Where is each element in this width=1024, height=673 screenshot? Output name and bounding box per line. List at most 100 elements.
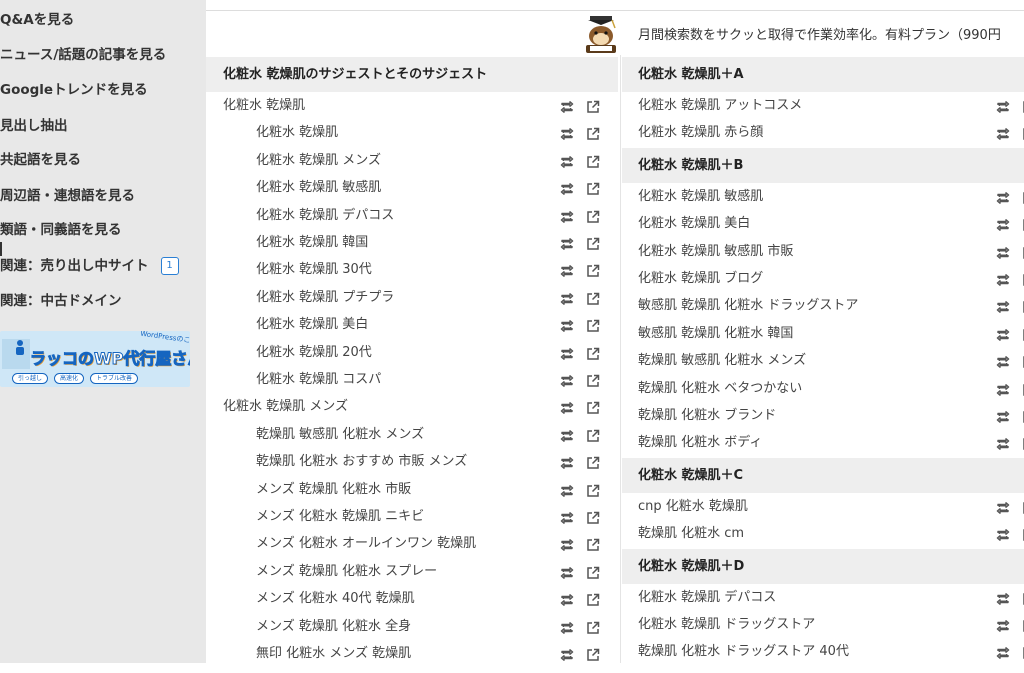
suggest-keyword[interactable]: 化粧水 乾燥肌 アットコスメ bbox=[638, 92, 802, 119]
retweet-icon[interactable] bbox=[995, 298, 1011, 314]
suggest-keyword[interactable]: 化粧水 乾燥肌 敏感肌 bbox=[638, 183, 763, 210]
retweet-icon[interactable] bbox=[559, 208, 575, 224]
retweet-icon[interactable] bbox=[995, 271, 1011, 287]
retweet-icon[interactable] bbox=[559, 345, 575, 361]
external-link-icon[interactable] bbox=[585, 454, 601, 470]
retweet-icon[interactable] bbox=[995, 526, 1011, 542]
suggest-keyword[interactable]: メンズ 乾燥肌 化粧水 市販 bbox=[256, 476, 411, 503]
retweet-icon[interactable] bbox=[995, 617, 1011, 633]
external-link-icon[interactable] bbox=[585, 619, 601, 635]
suggest-keyword[interactable]: 乾燥肌 敏感肌 化粧水 メンズ bbox=[256, 421, 424, 448]
suggest-keyword[interactable]: メンズ 化粧水 40代 乾燥肌 bbox=[256, 585, 415, 612]
external-link-icon[interactable] bbox=[585, 536, 601, 552]
retweet-icon[interactable] bbox=[995, 125, 1011, 141]
retweet-icon[interactable] bbox=[559, 180, 575, 196]
suggest-keyword[interactable]: cnp 化粧水 乾燥肌 bbox=[638, 493, 748, 520]
wp-service-banner[interactable]: ラッコのWP代行屋さん WordPressのことなら！ 引っ越し 高速化 トラブ… bbox=[0, 331, 190, 387]
sidebar-item-synonyms[interactable]: 類語・同義語を見る bbox=[0, 221, 122, 239]
suggest-keyword[interactable]: 化粧水 乾燥肌 敏感肌 bbox=[256, 174, 381, 201]
external-link-icon[interactable] bbox=[585, 317, 601, 333]
suggest-keyword[interactable]: 敏感肌 乾燥肌 化粧水 ドラッグストア bbox=[638, 292, 858, 319]
suggest-keyword[interactable]: 化粧水 乾燥肌 ブログ bbox=[638, 265, 763, 292]
retweet-icon[interactable] bbox=[559, 125, 575, 141]
suggest-keyword[interactable]: 化粧水 乾燥肌 敏感肌 市販 bbox=[638, 238, 793, 265]
sidebar-item-related-words[interactable]: 周辺語・連想語を見る bbox=[0, 187, 135, 205]
external-link-icon[interactable] bbox=[585, 290, 601, 306]
suggest-keyword[interactable]: 敏感肌 乾燥肌 化粧水 韓国 bbox=[638, 320, 793, 347]
suggest-keyword[interactable]: 化粧水 乾燥肌 メンズ bbox=[223, 393, 348, 420]
external-link-icon[interactable] bbox=[585, 262, 601, 278]
suggest-keyword[interactable]: メンズ 化粧水 オールインワン 乾燥肌 bbox=[256, 530, 476, 557]
retweet-icon[interactable] bbox=[559, 153, 575, 169]
retweet-icon[interactable] bbox=[559, 509, 575, 525]
suggest-keyword[interactable]: メンズ 化粧水 乾燥肌 ニキビ bbox=[256, 503, 424, 530]
retweet-icon[interactable] bbox=[559, 235, 575, 251]
suggest-keyword[interactable]: 乾燥肌 敏感肌 化粧水 メンズ bbox=[638, 347, 806, 374]
retweet-icon[interactable] bbox=[559, 564, 575, 580]
retweet-icon[interactable] bbox=[559, 536, 575, 552]
retweet-icon[interactable] bbox=[995, 408, 1011, 424]
retweet-icon[interactable] bbox=[559, 98, 575, 114]
retweet-icon[interactable] bbox=[559, 454, 575, 470]
retweet-icon[interactable] bbox=[995, 590, 1011, 606]
external-link-icon[interactable] bbox=[585, 427, 601, 443]
sidebar-item-used-domains[interactable]: 関連：中古ドメイン bbox=[0, 292, 122, 310]
external-link-icon[interactable] bbox=[585, 180, 601, 196]
external-link-icon[interactable] bbox=[585, 564, 601, 580]
external-link-icon[interactable] bbox=[585, 125, 601, 141]
suggest-keyword[interactable]: 化粧水 乾燥肌 デパコス bbox=[256, 202, 394, 229]
suggest-keyword[interactable]: 化粧水 乾燥肌 コスパ bbox=[256, 366, 381, 393]
external-link-icon[interactable] bbox=[585, 98, 601, 114]
suggest-keyword[interactable]: メンズ 乾燥肌 化粧水 スプレー bbox=[256, 558, 437, 585]
suggest-keyword[interactable]: 化粧水 乾燥肌 デパコス bbox=[638, 584, 776, 611]
sidebar-item-qa[interactable]: Q&Aを見る bbox=[0, 11, 74, 29]
suggest-keyword[interactable]: 化粧水 乾燥肌 プチプラ bbox=[256, 284, 394, 311]
retweet-icon[interactable] bbox=[995, 189, 1011, 205]
retweet-icon[interactable] bbox=[559, 399, 575, 415]
suggest-keyword[interactable]: 乾燥肌 化粧水 ボディ bbox=[638, 429, 762, 456]
retweet-icon[interactable] bbox=[995, 353, 1011, 369]
retweet-icon[interactable] bbox=[995, 244, 1011, 260]
retweet-icon[interactable] bbox=[995, 381, 1011, 397]
suggest-keyword[interactable]: 化粧水 乾燥肌 美白 bbox=[638, 210, 750, 237]
suggest-keyword[interactable]: 化粧水 乾燥肌 美白 bbox=[256, 311, 368, 338]
suggest-keyword[interactable]: 乾燥肌 化粧水 cm bbox=[638, 520, 744, 547]
retweet-icon[interactable] bbox=[559, 482, 575, 498]
sidebar-item-headings[interactable]: 見出し抽出 bbox=[0, 117, 68, 135]
suggest-keyword[interactable]: 乾燥肌 化粧水 おすすめ 市販 メンズ bbox=[256, 448, 467, 475]
external-link-icon[interactable] bbox=[585, 372, 601, 388]
suggest-keyword[interactable]: 乾燥肌 化粧水 ベタつかない bbox=[638, 375, 802, 402]
retweet-icon[interactable] bbox=[995, 326, 1011, 342]
retweet-icon[interactable] bbox=[559, 591, 575, 607]
suggest-keyword[interactable]: 化粧水 乾燥肌 30代 bbox=[256, 256, 372, 283]
suggest-keyword[interactable]: 化粧水 乾燥肌 20代 bbox=[256, 339, 372, 366]
retweet-icon[interactable] bbox=[559, 619, 575, 635]
external-link-icon[interactable] bbox=[585, 591, 601, 607]
retweet-icon[interactable] bbox=[995, 644, 1011, 660]
suggest-keyword[interactable]: 化粧水 乾燥肌 bbox=[256, 119, 338, 146]
retweet-icon[interactable] bbox=[995, 499, 1011, 515]
suggest-keyword[interactable]: 乾燥肌 化粧水 ブランド bbox=[638, 402, 776, 429]
retweet-icon[interactable] bbox=[559, 262, 575, 278]
sidebar-item-news[interactable]: ニュース/話題の記事を見る bbox=[0, 46, 166, 64]
suggest-keyword[interactable]: 化粧水 乾燥肌 韓国 bbox=[256, 229, 368, 256]
promo-bar[interactable]: 月間検索数をサクッと取得で作業効率化。有料プラン（990円 bbox=[206, 11, 1024, 55]
external-link-icon[interactable] bbox=[585, 482, 601, 498]
external-link-icon[interactable] bbox=[585, 153, 601, 169]
suggest-keyword[interactable]: メンズ 乾燥肌 化粧水 全身 bbox=[256, 613, 411, 640]
retweet-icon[interactable] bbox=[559, 317, 575, 333]
suggest-keyword[interactable]: 化粧水 乾燥肌 メンズ bbox=[256, 147, 381, 174]
sidebar-item-cooccurrence[interactable]: 共起語を見る bbox=[0, 151, 81, 169]
suggest-keyword[interactable]: 化粧水 乾燥肌 赤ら顔 bbox=[638, 119, 763, 146]
external-link-icon[interactable] bbox=[585, 235, 601, 251]
retweet-icon[interactable] bbox=[559, 372, 575, 388]
retweet-icon[interactable] bbox=[995, 98, 1011, 114]
retweet-icon[interactable] bbox=[559, 427, 575, 443]
external-link-icon[interactable] bbox=[585, 509, 601, 525]
retweet-icon[interactable] bbox=[559, 646, 575, 662]
external-link-icon[interactable] bbox=[585, 646, 601, 662]
sidebar-item-sites-for-sale[interactable]: 関連：売り出し中サイト 1 bbox=[0, 257, 179, 275]
external-link-icon[interactable] bbox=[585, 399, 601, 415]
suggest-keyword[interactable]: 化粧水 乾燥肌 ドラッグストア bbox=[638, 611, 815, 638]
retweet-icon[interactable] bbox=[995, 435, 1011, 451]
